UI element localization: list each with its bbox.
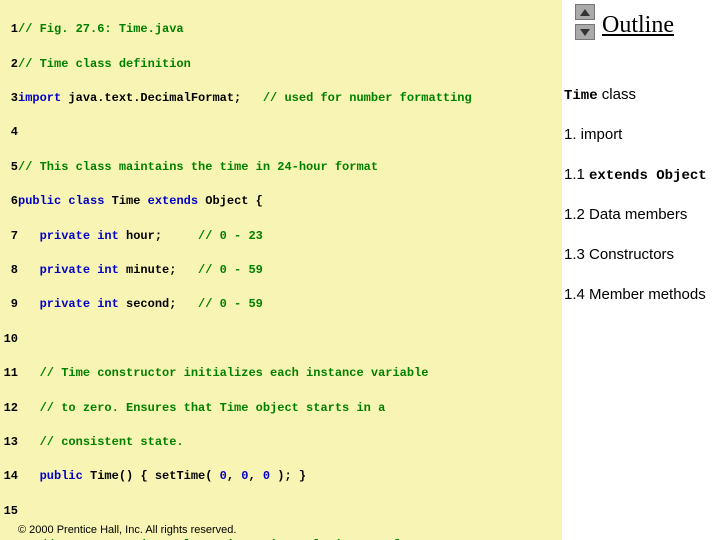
code-line: 1// Fig. 27.6: Time.java [0, 21, 562, 38]
slide: 1// Fig. 27.6: Time.java 2// Time class … [0, 0, 720, 540]
code-line: 10 [0, 331, 562, 348]
nav-down-button[interactable] [575, 24, 595, 40]
code-line: 15 [0, 503, 562, 520]
code-line: 13 // consistent state. [0, 434, 562, 451]
code-line: 4 [0, 124, 562, 141]
note-time-class: Time class [564, 86, 636, 104]
code-line: 2// Time class definition [0, 56, 562, 73]
note-member-methods: 1.4 Member methods [564, 286, 706, 303]
note-extends: 1.1 extends Object [564, 166, 707, 184]
nav-up-button[interactable] [575, 4, 595, 20]
code-line: 12 // to zero. Ensures that Time object … [0, 400, 562, 417]
code-panel: 1// Fig. 27.6: Time.java 2// Time class … [0, 0, 562, 540]
outline-heading: Outline [602, 12, 674, 39]
code-line: 6public class Time extends Object { [0, 193, 562, 210]
code-line: 14 public Time() { setTime( 0, 0, 0 ); } [0, 468, 562, 485]
note-constructors: 1.3 Constructors [564, 246, 674, 263]
code-line: 7 private int hour; // 0 - 23 [0, 228, 562, 245]
triangle-up-icon [580, 9, 590, 16]
code-line: 11 // Time constructor initializes each … [0, 365, 562, 382]
note-data-members: 1.2 Data members [564, 206, 687, 223]
note-import: 1. import [564, 126, 622, 143]
outline-panel: Outline Time class 1. import 1.1 extends… [562, 0, 720, 540]
code-line: 5// This class maintains the time in 24-… [0, 159, 562, 176]
code-line: 3import java.text.DecimalFormat; // used… [0, 90, 562, 107]
code-listing: 1// Fig. 27.6: Time.java 2// Time class … [0, 4, 562, 540]
copyright-footer: © 2000 Prentice Hall, Inc. All rights re… [18, 522, 236, 537]
code-line: 8 private int minute; // 0 - 59 [0, 262, 562, 279]
triangle-down-icon [580, 29, 590, 36]
code-line: 9 private int second; // 0 - 59 [0, 296, 562, 313]
